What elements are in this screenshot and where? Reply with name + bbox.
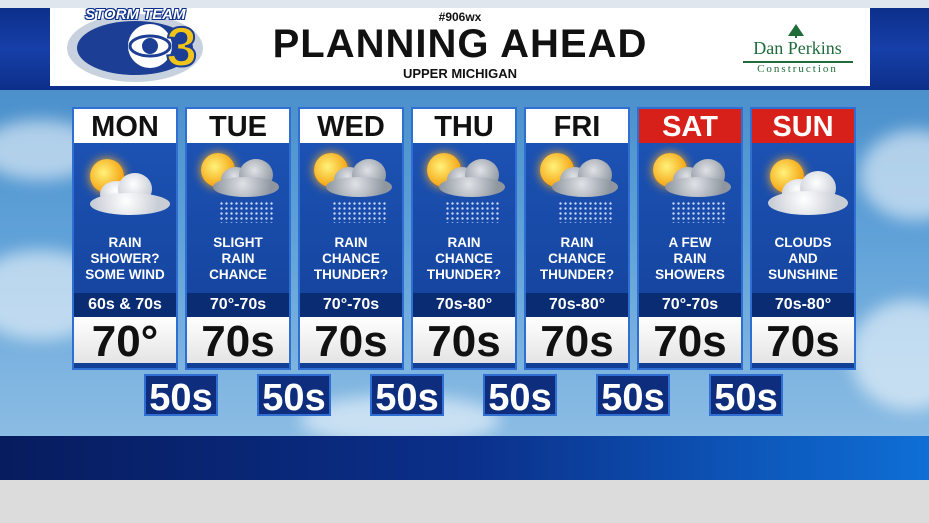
high-temp: 70s (187, 317, 289, 366)
condition-line: CHANCE (322, 251, 380, 266)
condition-line: CHANCE (435, 251, 493, 266)
condition-text: RAIN SHOWER? SOME WIND (74, 233, 176, 293)
condition-text: SLIGHT RAIN CHANCE (187, 233, 289, 293)
condition-line: SHOWERS (655, 267, 725, 282)
condition-line: RAIN (108, 235, 142, 250)
condition-line: SOME WIND (85, 267, 165, 282)
sun-cloud-rain-icon (526, 143, 628, 233)
condition-line: RAIN (334, 235, 368, 250)
sun-cloud-wind-icon (74, 143, 176, 233)
low-temp: 50s (144, 374, 218, 419)
day-name: SAT (639, 109, 741, 143)
high-temp: 70s (413, 317, 515, 366)
condition-line: A FEW (668, 235, 712, 250)
condition-line: SHOWER? (90, 251, 160, 266)
forecast-day: WED RAIN CHANCE THUNDER? 70°-70s 70s (298, 107, 404, 370)
condition-line: RAIN (560, 235, 594, 250)
high-temp: 70s (639, 317, 741, 366)
condition-line: SLIGHT (213, 235, 263, 250)
forecast-grid: MON RAIN SHOWER? SOME WIND 60s & 70s 70°… (72, 107, 856, 370)
condition-line: CLOUDS (774, 235, 832, 250)
high-temp: 70s (526, 317, 628, 366)
background-cloud (860, 130, 929, 220)
sponsor-sub: Construction (757, 63, 838, 75)
condition-line: SUNSHINE (768, 267, 838, 282)
forecast-day: THU RAIN CHANCE THUNDER? 70s-80° 70s (411, 107, 517, 370)
condition-line: RAIN (221, 251, 255, 266)
sun-cloud-rain-icon (413, 143, 515, 233)
sponsor-name: Dan Perkins (753, 38, 842, 58)
high-temp: 70° (74, 317, 176, 366)
forecast-day: MON RAIN SHOWER? SOME WIND 60s & 70s 70° (72, 107, 178, 370)
condition-text: RAIN CHANCE THUNDER? (413, 233, 515, 293)
condition-line: RAIN (673, 251, 707, 266)
temp-range: 70°-70s (639, 293, 741, 317)
low-temp: 50s (257, 374, 331, 419)
forecast-day: SAT A FEW RAIN SHOWERS 70°-70s 70s (637, 107, 743, 370)
high-temp: 70s (752, 317, 854, 366)
temp-range: 70s-80° (752, 293, 854, 317)
temp-range: 70s-80° (413, 293, 515, 317)
temp-range: 70°-70s (300, 293, 402, 317)
forecast-day: SUN CLOUDS AND SUNSHINE 70s-80° 70s (750, 107, 856, 370)
low-temp: 50s (709, 374, 783, 419)
temp-range: 60s & 70s (74, 293, 176, 317)
low-temp: 50s (596, 374, 670, 419)
low-temp: 50s (483, 374, 557, 419)
footer-bar (0, 480, 929, 523)
day-name: TUE (187, 109, 289, 143)
forecast-day: TUE SLIGHT RAIN CHANCE 70°-70s 70s (185, 107, 291, 370)
day-name: FRI (526, 109, 628, 143)
condition-line: THUNDER? (426, 267, 502, 282)
condition-line: AND (788, 251, 818, 266)
condition-text: CLOUDS AND SUNSHINE (752, 233, 854, 293)
sun-cloud-rain-icon (300, 143, 402, 233)
logo-brand: STORM TEAM (85, 6, 186, 23)
forecast-day: FRI RAIN CHANCE THUNDER? 70s-80° 70s (524, 107, 630, 370)
sun-cloud-rain-icon (187, 143, 289, 233)
lower-third-bar (0, 436, 929, 480)
high-temp: 70s (300, 317, 402, 366)
day-name: WED (300, 109, 402, 143)
logo-number: 3 (166, 15, 197, 78)
day-name: SUN (752, 109, 854, 143)
day-name: MON (74, 109, 176, 143)
day-name: THU (413, 109, 515, 143)
temp-range: 70s-80° (526, 293, 628, 317)
tree-icon (788, 24, 804, 38)
overnight-lows: 50s 50s 50s 50s 50s 50s (0, 374, 929, 419)
sun-cloud-icon (752, 143, 854, 233)
sponsor-logo: Dan Perkins Construction (735, 24, 860, 82)
condition-line: THUNDER? (539, 267, 615, 282)
condition-text: RAIN CHANCE THUNDER? (526, 233, 628, 293)
low-temp: 50s (370, 374, 444, 419)
condition-line: CHANCE (209, 267, 267, 282)
condition-line: CHANCE (548, 251, 606, 266)
sun-cloud-rain-icon (639, 143, 741, 233)
temp-range: 70°-70s (187, 293, 289, 317)
condition-line: THUNDER? (313, 267, 389, 282)
condition-text: A FEW RAIN SHOWERS (639, 233, 741, 293)
condition-line: RAIN (447, 235, 481, 250)
condition-text: RAIN CHANCE THUNDER? (300, 233, 402, 293)
